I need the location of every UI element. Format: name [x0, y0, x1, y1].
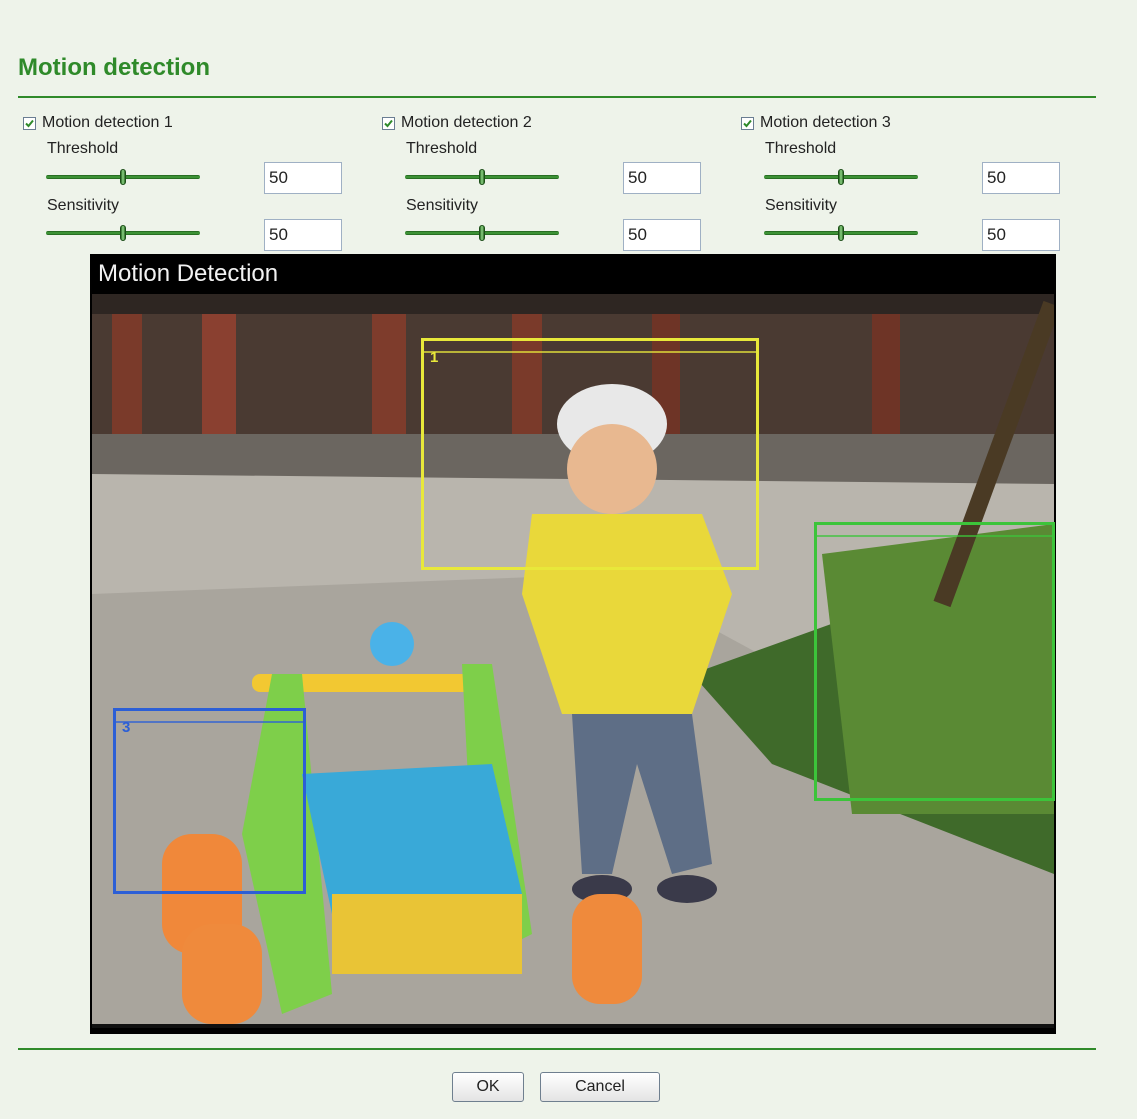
- slider-thumb[interactable]: [479, 225, 485, 241]
- sensitivity-input-2[interactable]: [623, 219, 701, 251]
- sensitivity-input-1[interactable]: [264, 219, 342, 251]
- slider-thumb[interactable]: [120, 169, 126, 185]
- motion-detection-video[interactable]: Motion Detection 1 3: [90, 254, 1056, 1034]
- checkmark-icon: [384, 119, 393, 128]
- motion-detection-group-3: Motion detection 3 Threshold Sensitivity: [736, 112, 1066, 252]
- threshold-input-3[interactable]: [982, 162, 1060, 194]
- threshold-label: Threshold: [765, 140, 837, 157]
- motion-detection-3-checkbox[interactable]: [741, 117, 754, 130]
- sensitivity-label: Sensitivity: [765, 197, 838, 214]
- motion-detection-2-checkbox[interactable]: [382, 117, 395, 130]
- sensitivity-input-3[interactable]: [982, 219, 1060, 251]
- region-strip: [424, 351, 756, 353]
- sensitivity-slider-1[interactable]: [46, 222, 200, 246]
- motion-detection-3-label: Motion detection 3: [760, 114, 891, 131]
- threshold-slider-3[interactable]: [764, 166, 918, 190]
- motion-detection-group-2: Motion detection 2 Threshold Sensitivity: [377, 112, 707, 252]
- threshold-slider-2[interactable]: [405, 166, 559, 190]
- slider-thumb[interactable]: [120, 225, 126, 241]
- sensitivity-slider-2[interactable]: [405, 222, 559, 246]
- slider-thumb[interactable]: [479, 169, 485, 185]
- slider-thumb[interactable]: [838, 225, 844, 241]
- checkmark-icon: [743, 119, 752, 128]
- threshold-slider-1[interactable]: [46, 166, 200, 190]
- motion-detection-1-label: Motion detection 1: [42, 114, 173, 131]
- motion-region-2[interactable]: [814, 522, 1055, 801]
- motion-region-3[interactable]: 3: [113, 708, 306, 894]
- region-3-label: 3: [122, 719, 131, 736]
- video-title: Motion Detection: [98, 260, 279, 287]
- checkmark-icon: [25, 119, 34, 128]
- motion-region-1[interactable]: 1: [421, 338, 759, 570]
- cancel-button[interactable]: Cancel: [540, 1072, 660, 1102]
- ok-button[interactable]: OK: [452, 1072, 524, 1102]
- motion-detection-group-1: Motion detection 1 Threshold Sensitivity: [18, 112, 348, 252]
- region-1-label: 1: [430, 349, 439, 366]
- header-divider: [18, 96, 1096, 98]
- motion-detection-2-label: Motion detection 2: [401, 114, 532, 131]
- sensitivity-label: Sensitivity: [406, 197, 479, 214]
- page-title: Motion detection: [18, 54, 210, 81]
- sensitivity-slider-3[interactable]: [764, 222, 918, 246]
- threshold-label: Threshold: [406, 140, 478, 157]
- motion-detection-1-checkbox[interactable]: [23, 117, 36, 130]
- footer-divider: [18, 1048, 1096, 1050]
- threshold-input-2[interactable]: [623, 162, 701, 194]
- region-strip: [116, 721, 303, 723]
- region-strip: [817, 535, 1052, 537]
- threshold-input-1[interactable]: [264, 162, 342, 194]
- sensitivity-label: Sensitivity: [47, 197, 120, 214]
- threshold-label: Threshold: [47, 140, 119, 157]
- slider-thumb[interactable]: [838, 169, 844, 185]
